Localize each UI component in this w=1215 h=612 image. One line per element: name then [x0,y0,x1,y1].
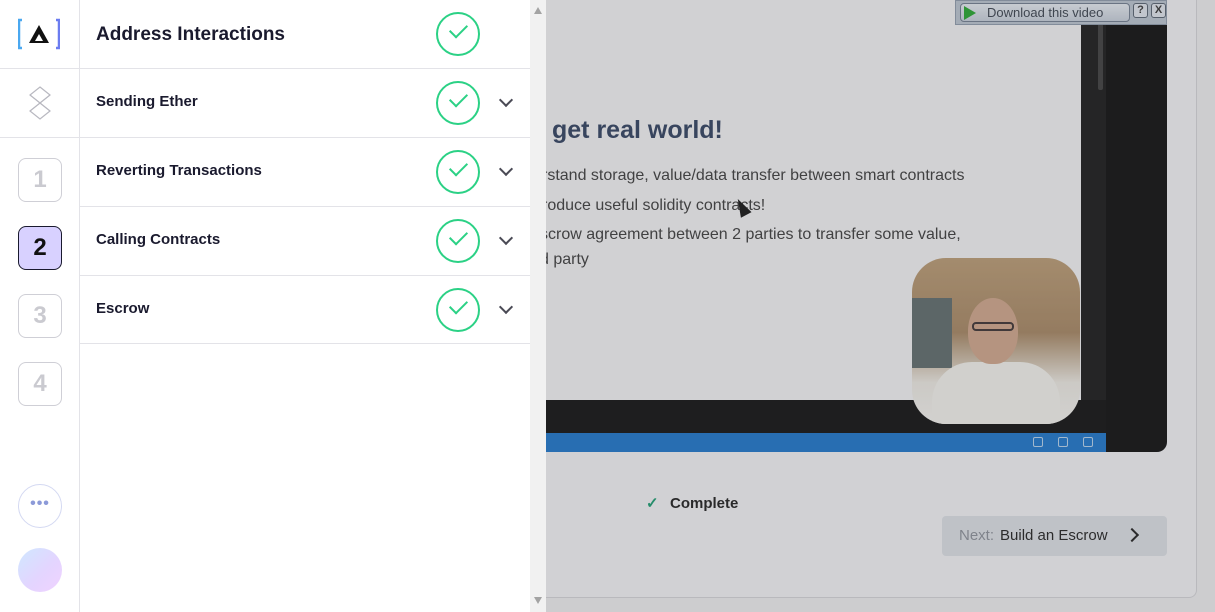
play-icon [964,6,976,20]
check-circle-icon [436,219,480,263]
slide-line: roduce useful solidity contracts! [546,197,766,214]
scroll-down-arrow-icon[interactable] [534,597,542,604]
download-video-button[interactable]: Download this video [960,3,1130,22]
video-player[interactable]: get real world! rstand storage, value/da… [546,0,1167,452]
webcam-presenter-body [932,362,1060,424]
next-lesson-label: Build an Escrow [1000,527,1108,544]
lesson-label: Escrow [96,300,150,317]
slide-line: d party [546,251,589,268]
check-circle-icon [436,288,480,332]
lesson-label: Reverting Transactions [96,162,262,179]
lesson-item[interactable]: Reverting Transactions [80,137,530,206]
next-prefix: Next: [959,527,995,544]
taskbar-tray-icon [1058,437,1068,447]
more-options-button[interactable]: ••• [18,484,62,528]
lesson-item[interactable]: Escrow [80,275,530,344]
chevron-down-icon[interactable] [498,230,514,246]
slide-title: get real world! [552,116,723,144]
slide-line: scrow agreement between 2 parties to tra… [546,226,961,243]
check-circle-icon [436,81,480,125]
taskbar-tray-icon [1033,437,1043,447]
webcam-presenter-head [968,298,1018,364]
chevron-down-icon[interactable] [498,161,514,177]
complete-label: Complete [670,495,739,512]
lessons-panel: Address Interactions Sending Ether Rever… [80,0,530,612]
step-4-button[interactable]: 4 [18,362,62,406]
avatar[interactable] [18,548,62,592]
lesson-label: Sending Ether [96,93,198,110]
left-rail: 1 2 3 4 ••• [0,0,80,612]
lesson-item[interactable]: Calling Contracts [80,206,530,275]
chevron-down-icon[interactable] [498,299,514,315]
chevron-right-icon [1124,527,1140,543]
next-lesson-button[interactable]: Next: Build an Escrow [942,516,1167,556]
step-1-button[interactable]: 1 [18,158,62,202]
taskbar-tray-icon [1083,437,1093,447]
slide-line: rstand storage, value/data transfer betw… [546,167,965,184]
rail-divider [0,68,80,69]
webcam-background-window [912,298,952,368]
page-title: Address Interactions [96,24,285,45]
check-circle-icon [436,12,480,56]
alchemy-logo[interactable] [18,18,60,50]
recorded-taskbar [546,433,1106,452]
scroll-up-arrow-icon[interactable] [534,7,542,14]
slide-scrollbar-thumb [1098,20,1103,90]
rail-divider [0,137,80,138]
panel-scrollbar[interactable] [530,0,546,612]
complete-status[interactable]: ✓ Complete [646,494,738,512]
chevron-down-icon[interactable] [498,92,514,108]
close-button[interactable]: X [1151,3,1166,18]
webcam-overlay [912,258,1080,424]
lesson-item[interactable]: Sending Ether [80,68,530,137]
ethereum-icon[interactable] [28,86,52,120]
help-button[interactable]: ? [1133,3,1148,18]
lesson-label: Calling Contracts [96,231,221,248]
step-2-button[interactable]: 2 [18,226,62,270]
check-icon: ✓ [646,495,659,512]
step-3-button[interactable]: 3 [18,294,62,338]
webcam-presenter-glasses [972,322,1014,331]
check-circle-icon [436,150,480,194]
